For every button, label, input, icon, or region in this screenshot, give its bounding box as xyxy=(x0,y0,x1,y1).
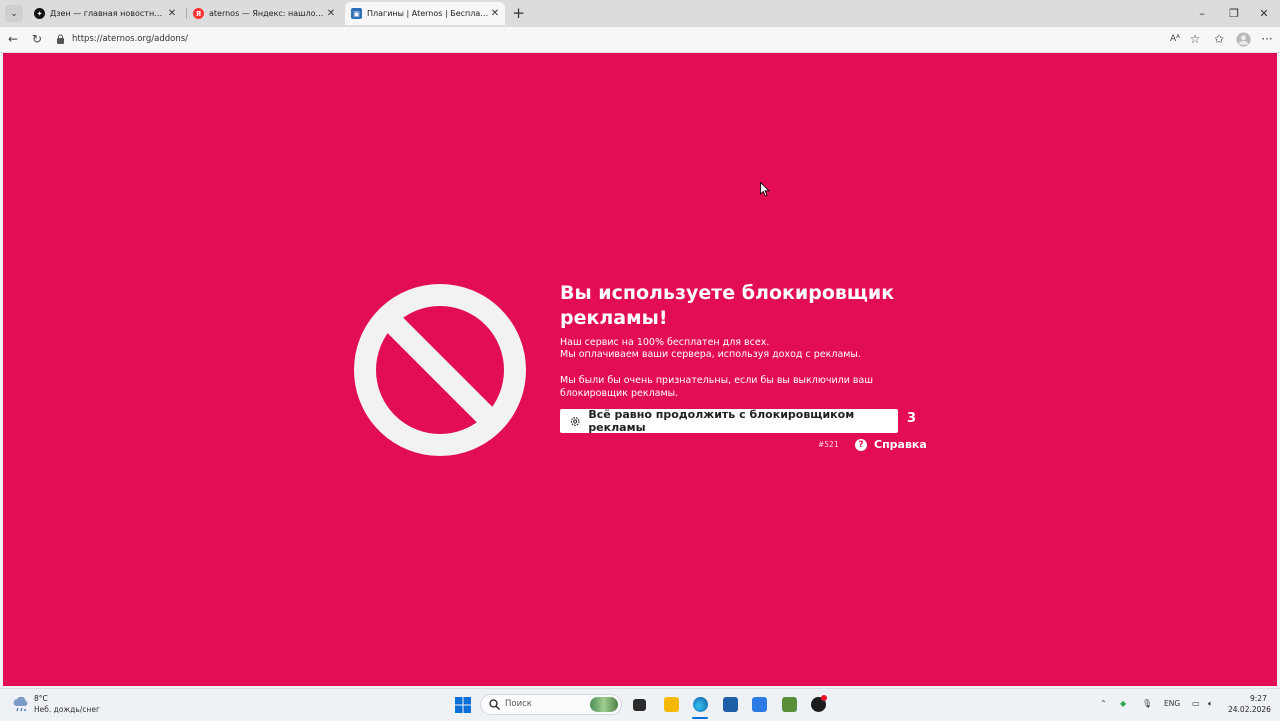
yandex-icon: Я xyxy=(193,8,204,19)
gear-icon xyxy=(570,416,580,426)
close-icon: ✕ xyxy=(1259,7,1269,20)
close-tab-icon[interactable]: ✕ xyxy=(166,8,178,19)
windows-start-icon[interactable] xyxy=(455,697,471,713)
clock-time[interactable]: 9:27 xyxy=(1250,694,1267,703)
tab-dzen[interactable]: ✦ Дзен — главная новостная инфо ✕ xyxy=(28,4,182,23)
star-icon: ☆ xyxy=(1189,32,1201,46)
taskbar-search[interactable]: Поиск xyxy=(480,694,622,715)
network-icon[interactable]: ▭ xyxy=(1192,699,1200,708)
clock-date[interactable]: 24.02.2026 xyxy=(1228,705,1271,714)
page-title: Вы используете блокировщик рекламы! xyxy=(560,282,895,329)
more-icon: ··· xyxy=(1261,32,1273,46)
info-line-ads: Мы оплачиваем ваши сервера, используя до… xyxy=(560,349,861,360)
refresh-icon: ↻ xyxy=(31,32,43,46)
continue-with-adblock-button[interactable]: Всё равно продолжить с блокировщиком рек… xyxy=(560,408,898,434)
info-line-free: Наш сервис на 100% бесплатен для всех. xyxy=(560,337,770,348)
outlook-icon[interactable] xyxy=(752,697,767,712)
search-placeholder: Поиск xyxy=(505,699,532,709)
browser-toolbar: ← ↻ https://aternos.org/addons/ A͏ᴬ ☆ ✩ … xyxy=(0,27,1280,53)
close-window-button[interactable]: ✕ xyxy=(1254,5,1274,22)
error-code: #521 xyxy=(818,440,839,449)
task-view-icon[interactable] xyxy=(633,699,646,711)
tab-yandex[interactable]: Я aternos — Яндекс: нашлось 14 ты ✕ xyxy=(187,4,341,23)
rain-snow-cloud-icon xyxy=(13,697,28,712)
favorite-button[interactable]: ☆ xyxy=(1186,31,1204,48)
help-link[interactable]: ? Справка xyxy=(855,438,927,451)
prohibited-icon xyxy=(354,284,526,456)
chevron-down-icon: ⌄ xyxy=(10,8,18,19)
profile-button[interactable] xyxy=(1234,31,1252,48)
restore-icon: ❐ xyxy=(1229,7,1239,20)
weather-description: Неб. дождь/снег xyxy=(34,705,100,714)
edge-browser-icon[interactable] xyxy=(693,697,708,712)
security-app-icon[interactable]: ◆ xyxy=(1120,699,1126,708)
info-request: Мы были бы очень признательны, если бы в… xyxy=(560,375,874,399)
weather-temperature: 8°C xyxy=(34,694,48,703)
tab-title: Плагины | Aternos | Бесплатный с xyxy=(367,9,489,18)
chevron-up-icon[interactable]: ⌃ xyxy=(1100,699,1107,708)
search-highlight-image xyxy=(590,697,618,712)
settings-menu-button[interactable]: ··· xyxy=(1258,31,1276,48)
read-aloud-button[interactable]: A͏ᴬ xyxy=(1166,31,1184,48)
tab-strip: ⌄ ✦ Дзен — главная новостная инфо ✕ Я at… xyxy=(0,0,1280,27)
store-icon[interactable] xyxy=(723,697,738,712)
close-tab-icon[interactable]: ✕ xyxy=(489,8,501,19)
notification-badge xyxy=(821,695,827,701)
continue-button-label: Всё равно продолжить с блокировщиком рек… xyxy=(588,408,855,434)
countdown-timer: 3 xyxy=(907,411,917,426)
question-icon: ? xyxy=(855,438,867,451)
new-tab-button[interactable]: + xyxy=(510,5,527,22)
avatar-icon xyxy=(1235,32,1251,47)
aternos-icon: ▣ xyxy=(351,8,362,19)
lock-icon xyxy=(57,34,64,44)
tab-title: Дзен — главная новостная инфо xyxy=(50,9,166,18)
mouse-cursor-icon xyxy=(760,182,770,197)
file-explorer-icon[interactable] xyxy=(664,697,679,712)
favorites-star-icon: ✩ xyxy=(1213,32,1225,46)
search-icon xyxy=(489,699,500,710)
minecraft-icon[interactable] xyxy=(782,697,797,712)
plus-icon: + xyxy=(512,4,525,22)
adblock-notice-page: Вы используете блокировщик рекламы! Наш … xyxy=(3,53,1277,686)
tab-actions-menu-button[interactable]: ⌄ xyxy=(5,5,23,22)
favorites-button[interactable]: ✩ xyxy=(1210,31,1228,48)
back-button[interactable]: ← xyxy=(4,31,22,48)
volume-icon[interactable]: 🔈︎ xyxy=(1208,699,1213,709)
address-bar[interactable]: https://aternos.org/addons/ xyxy=(52,30,1232,49)
restore-button[interactable]: ❐ xyxy=(1224,5,1244,22)
tab-title: aternos — Яндекс: нашлось 14 ты xyxy=(209,9,325,18)
language-indicator[interactable]: ENG xyxy=(1164,699,1180,708)
read-aloud-icon: A͏ᴬ xyxy=(1169,34,1181,44)
minimize-icon: – xyxy=(1199,7,1205,20)
arrow-left-icon: ← xyxy=(7,32,19,46)
close-tab-icon[interactable]: ✕ xyxy=(325,8,337,19)
dzen-icon: ✦ xyxy=(34,8,45,19)
active-app-indicator xyxy=(692,717,708,719)
help-label: Справка xyxy=(874,438,927,451)
url-text[interactable]: https://aternos.org/addons/ xyxy=(72,30,188,49)
taskbar: 8°C Неб. дождь/снег Поиск ⌃ ◆ 🎙︎ ENG ▭ 🔈… xyxy=(0,688,1280,721)
microphone-icon[interactable]: 🎙︎ xyxy=(1142,699,1152,708)
tab-aternos[interactable]: ▣ Плагины | Aternos | Бесплатный с ✕ xyxy=(345,2,505,25)
refresh-button[interactable]: ↻ xyxy=(28,31,46,48)
minimize-button[interactable]: – xyxy=(1192,5,1212,22)
